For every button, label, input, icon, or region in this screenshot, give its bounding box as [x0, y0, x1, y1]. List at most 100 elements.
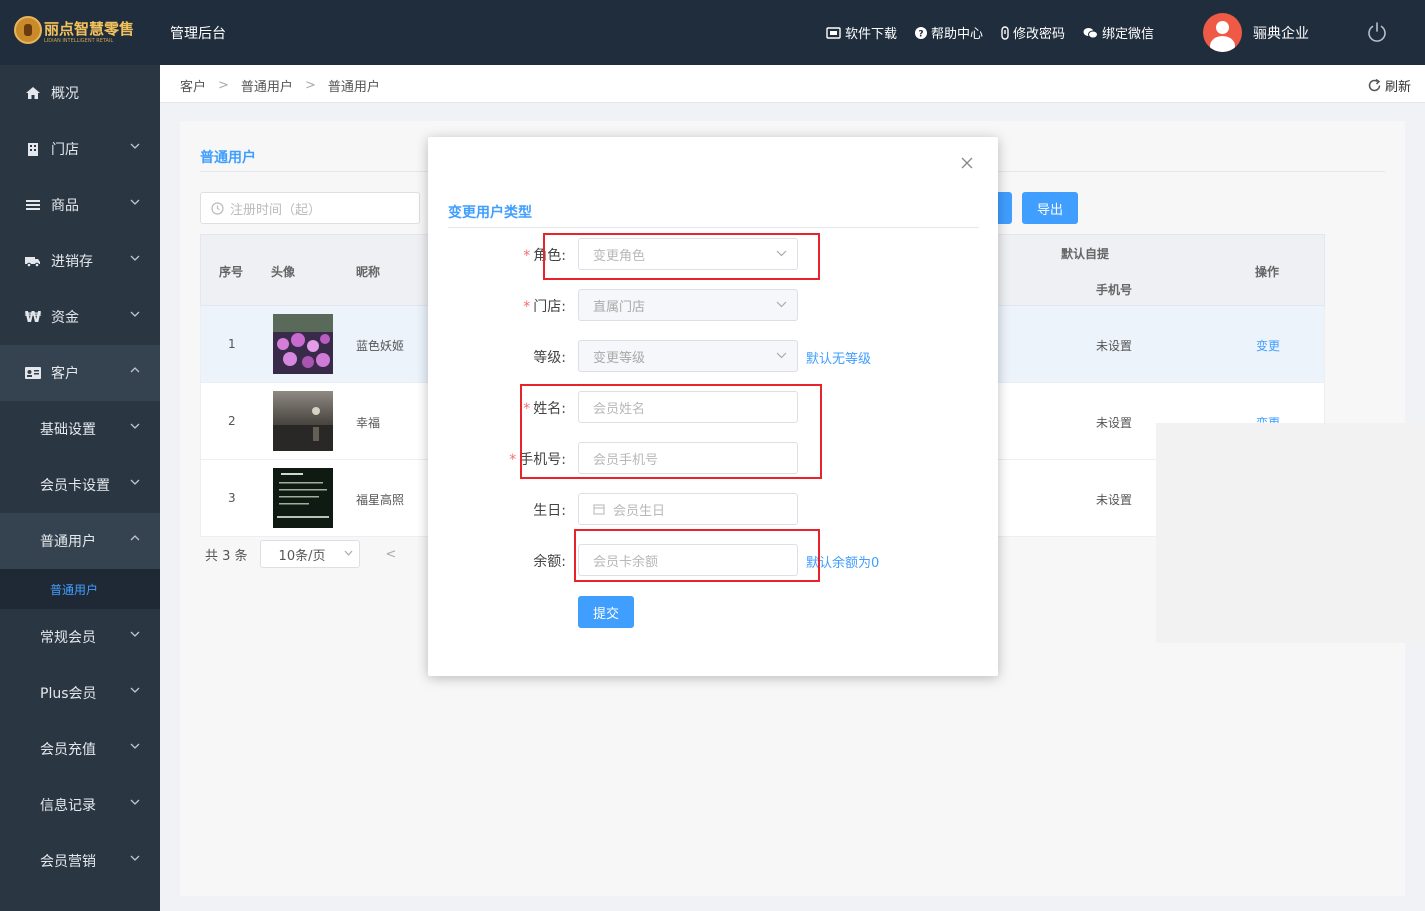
pagination: 共 3 条 10条/页 <: [205, 540, 396, 568]
sidebar-subitem-regular-members[interactable]: 常规会员: [0, 609, 160, 665]
member-birthday-placeholder: 会员生日: [613, 503, 666, 519]
chevron-down-icon: [130, 255, 140, 261]
col-header-index: 序号: [219, 265, 244, 279]
calendar-icon: [593, 504, 605, 515]
page-size-select[interactable]: 10条/页: [259, 540, 360, 568]
chevron-up-icon: [130, 535, 140, 541]
sidebar-item-store[interactable]: 门店: [0, 121, 160, 177]
cell-phone: 未设置: [1096, 339, 1133, 353]
breadcrumb-item: 普通用户: [327, 80, 380, 95]
logo[interactable]: 丽点智慧零售 LIDIAN INTELLIGENT RETAIL: [14, 14, 134, 48]
sidebar-subitem-normal-users[interactable]: 普通用户: [0, 513, 160, 569]
cell-phone: 未设置: [1096, 416, 1133, 430]
chevron-down-icon: [130, 743, 140, 749]
avatar-flowers: [273, 314, 333, 374]
bind-wechat-link[interactable]: 绑定微信: [1083, 23, 1154, 42]
sidebar-subitem-label: 会员充值: [40, 742, 96, 758]
sidebar-subitem-info-records[interactable]: 信息记录: [0, 777, 160, 833]
sidebar-subitem-member-recharge[interactable]: 会员充值: [0, 721, 160, 777]
close-icon: [961, 157, 973, 169]
user-name[interactable]: 骊典企业: [1253, 23, 1309, 43]
top-header: 丽点智慧零售 LIDIAN INTELLIGENT RETAIL 管理后台 软件…: [0, 0, 1425, 65]
sidebar-subitem-label: 常规会员: [40, 630, 96, 646]
sidebar-leaf-normal-users[interactable]: 普通用户: [0, 569, 160, 609]
building-icon: [25, 141, 41, 157]
cell-phone: 未设置: [1096, 493, 1133, 507]
overlay-region: [1156, 423, 1425, 643]
breadcrumb: 客户 > 普通用户 > 普通用户: [180, 76, 380, 95]
chevron-down-icon: [776, 352, 787, 359]
chevron-right-icon: >: [218, 78, 229, 93]
date-input-placeholder: 注册时间（起）: [230, 202, 322, 218]
sidebar-item-label: 门店: [51, 142, 79, 158]
store-select[interactable]: 直属门店: [578, 289, 798, 321]
level-select[interactable]: 变更等级: [578, 340, 798, 372]
download-icon: [826, 26, 841, 39]
member-birthday-input[interactable]: 会员生日: [578, 493, 798, 525]
logout-button[interactable]: [1366, 21, 1388, 47]
sidebar-subitem-plus-members[interactable]: Plus会员: [0, 665, 160, 721]
submit-button[interactable]: 提交: [578, 596, 634, 628]
search-button[interactable]: [998, 192, 1012, 224]
refresh-label: 刷新: [1384, 80, 1411, 95]
chevron-down-icon: [130, 143, 140, 149]
store-label: * 门店:: [448, 296, 566, 316]
required-mark: *: [509, 452, 517, 468]
user-avatar[interactable]: [1203, 13, 1242, 52]
sidebar-item-label: 商品: [51, 198, 79, 214]
avatar-text-image: [273, 468, 333, 528]
sidebar-item-customer[interactable]: 客户: [0, 345, 160, 401]
store-label-text: 门店:: [533, 299, 566, 315]
level-hint: 默认无等级: [806, 352, 872, 367]
export-button[interactable]: 导出: [1022, 192, 1078, 224]
annotation-box-name-phone: [520, 384, 822, 479]
chevron-down-icon: [130, 311, 140, 317]
help-link[interactable]: ? 帮助中心: [915, 23, 983, 42]
register-date-start-input[interactable]: 注册时间（起）: [200, 192, 420, 224]
sidebar-item-inventory[interactable]: 进销存: [0, 233, 160, 289]
chevron-down-icon: [130, 799, 140, 805]
clock-icon: [211, 201, 224, 215]
birthday-label: 生日:: [533, 503, 566, 519]
refresh-button[interactable]: 刷新: [1367, 76, 1411, 95]
sidebar-item-label: 概况: [51, 86, 79, 102]
home-icon: [25, 85, 41, 101]
balance-label: 余额:: [533, 554, 566, 570]
bind-wechat-label: 绑定微信: [1102, 27, 1155, 42]
download-link[interactable]: 软件下载: [826, 23, 897, 42]
sidebar-subitem-member-marketing[interactable]: 会员营销: [0, 833, 160, 889]
divider: [448, 227, 979, 228]
col-header-avatar: 头像: [271, 265, 296, 279]
prev-page-button[interactable]: <: [386, 547, 397, 562]
col-header-nickname: 昵称: [356, 265, 381, 279]
sidebar-subitem-card-settings[interactable]: 会员卡设置: [0, 457, 160, 513]
sidebar-item-funds[interactable]: ₩ 资金: [0, 289, 160, 345]
pager-total: 共 3 条: [205, 548, 248, 564]
app-title: 管理后台: [170, 26, 226, 42]
chevron-down-icon: [344, 550, 352, 556]
change-link[interactable]: 变更: [1256, 337, 1280, 354]
level-select-placeholder: 变更等级: [593, 350, 646, 366]
chevron-down-icon: [130, 631, 140, 637]
list-icon: [25, 197, 41, 213]
sidebar-item-label: 进销存: [51, 254, 93, 270]
sidebar-subitem-basic-settings[interactable]: 基础设置: [0, 401, 160, 457]
breadcrumb-bar: 客户 > 普通用户 > 普通用户 刷新: [160, 65, 1425, 103]
power-icon: [1368, 22, 1386, 42]
dialog-title: 变更用户类型: [448, 205, 532, 221]
store-select-value: 直属门店: [593, 299, 646, 315]
sidebar-item-goods[interactable]: 商品: [0, 177, 160, 233]
chevron-down-icon: [130, 855, 140, 861]
chevron-down-icon: [130, 479, 140, 485]
close-button[interactable]: [961, 157, 973, 173]
breadcrumb-item[interactable]: 客户: [180, 76, 206, 95]
col-header-phone: 手机号: [1096, 283, 1133, 297]
question-icon: ?: [915, 26, 928, 39]
sidebar-item-overview[interactable]: 概况: [0, 65, 160, 121]
change-password-link[interactable]: 修改密码: [1001, 23, 1065, 42]
chevron-down-icon: [776, 301, 787, 308]
breadcrumb-item[interactable]: 普通用户: [241, 76, 293, 95]
cell-nickname: 蓝色妖姬: [356, 339, 405, 353]
logo-subtitle: LIDIAN INTELLIGENT RETAIL: [44, 38, 114, 44]
col-header-group: 默认自提: [1061, 247, 1110, 261]
